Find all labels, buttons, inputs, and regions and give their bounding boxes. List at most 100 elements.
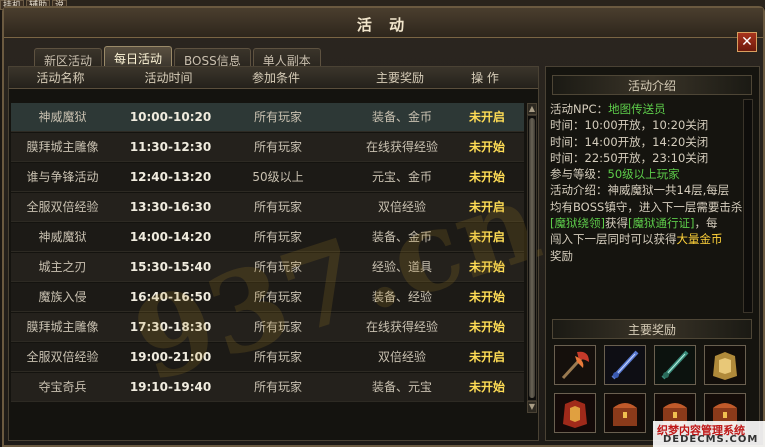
intro-text: 获得 [604,216,628,231]
table-row[interactable]: 全服双倍经验 19:00-21:00 所有玩家 双倍经验 未开启 [11,343,524,372]
cell-op[interactable]: 未开始 [457,373,517,402]
intro-text: 闯入下一层同时可以获得 [550,232,677,247]
cell-condition: 所有玩家 [253,260,302,274]
cell-condition: 所有玩家 [253,200,302,214]
cell-reward: 装备、元宝 [371,380,432,394]
header-name: 活动名称 [36,71,85,85]
cell-condition: 50级以上 [252,170,304,184]
npc-label: 活动NPC： [550,102,609,116]
level-line: 参与等级：50级以上玩家 [550,166,740,182]
table-row[interactable]: 全服双倍经验 13:30-16:30 所有玩家 双倍经验 未开启 [11,193,524,222]
cell-condition: 所有玩家 [253,380,302,394]
gold-armor-icon[interactable] [704,345,746,385]
cell-name: 城主之刃 [38,260,87,274]
detail-panel: 活动介绍 活动NPC：地图传送员 时间：10:00开放，10:20关闭 时间：1… [545,66,760,441]
time-line: 时间：22:50开放，23:10关闭 [550,150,709,165]
header-op: 操 作 [471,71,499,85]
logo-line2: DEDECMS.COM [663,434,759,445]
green-sword-icon[interactable] [654,345,696,385]
cell-time: 19:00-21:00 [129,350,212,364]
intro-line: 闯入下一层同时可以获得大量金币 [550,231,740,247]
scroll-down-arrow-icon[interactable]: ▼ [527,401,537,413]
header-time: 活动时间 [144,71,193,85]
cell-condition: 所有玩家 [253,140,302,154]
item-link[interactable]: [魔狱通行证] [628,216,694,230]
level-label: 参与等级： [550,167,608,182]
cell-name: 全服双倍经验 [26,350,99,364]
cell-name: 膜拜城主雕像 [26,140,99,154]
table-header: 活动名称 活动时间 参加条件 主要奖励 操 作 [9,67,538,89]
reward-slots [554,345,754,433]
close-button[interactable]: ✕ [737,32,757,52]
cell-op[interactable]: 未开始 [457,133,517,162]
time-line: 时间：14:00开放，14:20关闭 [550,134,709,149]
cell-op[interactable]: 未开始 [457,253,517,282]
cell-reward: 元宝、金币 [371,170,432,184]
cell-time: 13:30-16:30 [129,200,212,214]
site-logo: 织梦内容管理系统 DEDECMS.COM [653,421,765,447]
table-row[interactable]: 谁与争锋活动 12:40-13:20 50级以上 元宝、金币 未开始 [11,163,524,192]
cell-name: 全服双倍经验 [26,200,99,214]
cell-op[interactable]: 未开始 [457,313,517,342]
rewards-header: 主要奖励 [552,319,752,339]
cell-op[interactable]: 未开启 [457,103,517,132]
title-bar[interactable]: 活 动 [4,8,763,38]
cell-condition: 所有玩家 [253,320,302,334]
treasure-box-icon[interactable] [604,393,646,433]
intro-line: 活动介绍：神威魔狱一共14层,每层 [550,183,730,198]
cell-reward: 经验、道具 [371,260,432,274]
window-title: 活 动 [356,16,411,34]
cell-op[interactable]: 未开始 [457,163,517,192]
header-reward: 主要奖励 [375,71,424,85]
cell-time: 12:40-13:20 [129,170,212,184]
highlight-text: 大量金币 [676,232,723,247]
cell-name: 魔族入侵 [38,290,87,304]
table-row[interactable]: 膜拜城主雕像 17:30-18:30 所有玩家 在线获得经验 未开始 [11,313,524,342]
cell-time: 17:30-18:30 [129,320,212,334]
intro-line: 均有BOSS镇守，进入下一层需要击杀 [550,199,743,214]
intro-line: [魔狱绕领]获得[魔狱通行证]，每 [550,215,740,231]
level-value: 50级以上玩家 [607,167,680,182]
cell-time: 15:30-15:40 [129,260,212,274]
cell-time: 10:00-10:20 [129,110,212,124]
cell-op[interactable]: 未开启 [457,343,517,372]
cell-reward: 装备、经验 [371,290,432,304]
cell-time: 16:40-16:50 [129,290,212,304]
cell-name: 神威魔狱 [38,230,87,244]
npc-link[interactable]: 地图传送员 [608,102,666,116]
cell-reward: 在线获得经验 [365,140,438,154]
table-scrollbar[interactable] [527,115,537,401]
cell-time: 19:10-19:40 [129,380,212,394]
table-row[interactable]: 膜拜城主雕像 11:30-12:30 所有玩家 在线获得经验 未开始 [11,133,524,162]
red-armor-icon[interactable] [554,393,596,433]
detail-text: 活动NPC：地图传送员 时间：10:00开放，10:20关闭 时间：14:00开… [550,101,743,264]
table-row[interactable]: 魔族入侵 16:40-16:50 所有玩家 装备、经验 未开始 [11,283,524,312]
header-condition: 参加条件 [251,71,300,85]
axe-icon[interactable] [554,345,596,385]
blue-sword-icon[interactable] [604,345,646,385]
cell-name: 谁与争锋活动 [26,170,99,184]
cell-op[interactable]: 未开始 [457,283,517,312]
cell-condition: 所有玩家 [253,230,302,244]
intro-line: 奖励 [550,248,573,263]
table-row[interactable]: 城主之刃 15:30-15:40 所有玩家 经验、道具 未开始 [11,253,524,282]
cell-name: 夺宝奇兵 [38,380,87,394]
cell-time: 11:30-12:30 [129,140,212,154]
cell-reward: 在线获得经验 [365,320,438,334]
cell-name: 神威魔狱 [38,110,87,124]
scroll-thumb[interactable] [529,118,535,398]
table-row[interactable]: 夺宝奇兵 19:10-19:40 所有玩家 装备、元宝 未开始 [11,373,524,402]
cell-time: 14:00-14:20 [129,230,212,244]
scroll-up-arrow-icon[interactable]: ▲ [527,103,537,115]
item-link[interactable]: [魔狱绕领] [550,216,605,230]
cell-op[interactable]: 未开启 [457,193,517,222]
intro-text: ，每 [694,216,718,231]
cell-name: 膜拜城主雕像 [26,320,99,334]
table-row[interactable]: 神威魔狱 14:00-14:20 所有玩家 装备、金币 未开启 [11,223,524,252]
activity-table: 活动名称 活动时间 参加条件 主要奖励 操 作 神威魔狱 10:00-10:20… [8,66,554,441]
table-row[interactable]: 神威魔狱 10:00-10:20 所有玩家 装备、金币 未开启 [11,103,524,132]
cell-reward: 装备、金币 [371,230,432,244]
cell-op[interactable]: 未开启 [457,223,517,252]
cell-reward: 装备、金币 [371,110,432,124]
detail-scrollbar[interactable] [743,99,753,313]
